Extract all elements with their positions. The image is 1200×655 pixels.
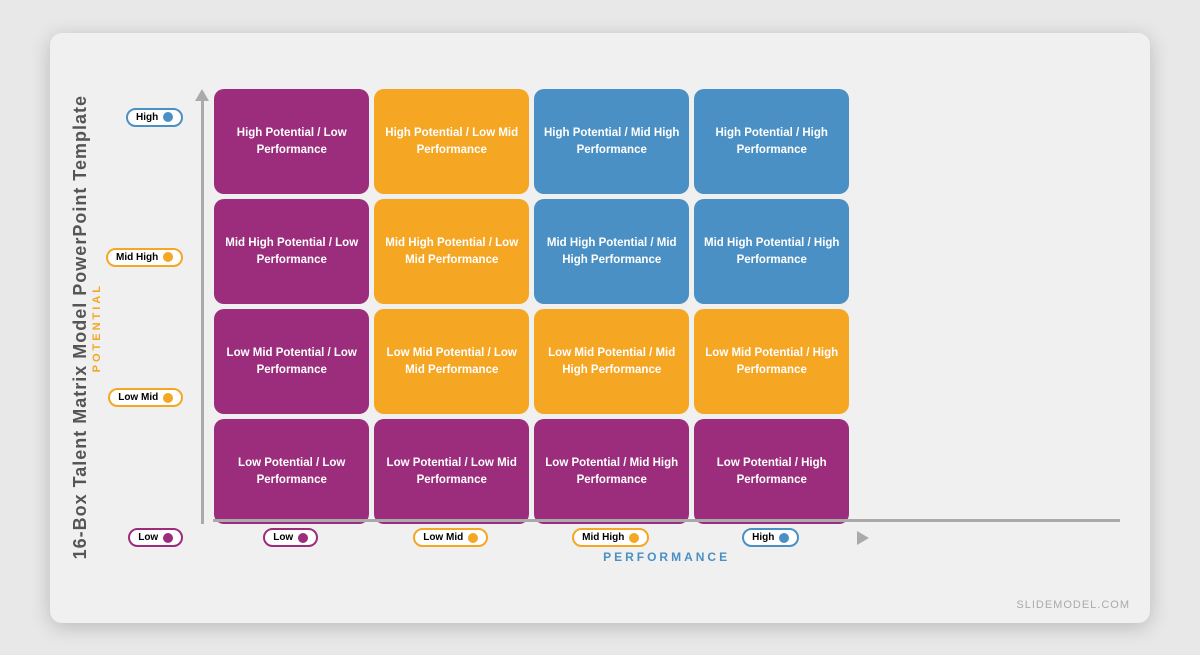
cell-lowmid-low: Low Mid Potential / Low Performance [214,309,369,414]
y-label-midhigh: Mid High [106,248,183,267]
grid-row-1: High Potential / Low Performance High Po… [214,89,849,194]
credit: SLIDEMODEL.COM [1016,599,1130,611]
slide-title: 16-Box Talent Matrix Model PowerPoint Te… [60,95,91,559]
cell-low-high: Low Potential / High Performance [694,419,849,524]
x-label-low: Low [213,528,368,547]
cell-midhigh-high: Mid High Potential / High Performance [694,199,849,304]
cell-lowmid-lowmid: Low Mid Potential / Low Mid Performance [374,309,529,414]
cell-low-low: Low Potential / Low Performance [214,419,369,524]
slide-container: 16-Box Talent Matrix Model PowerPoint Te… [50,33,1150,623]
matrix-grid: High Potential / Low Performance High Po… [214,89,849,524]
x-label-high: High [693,528,848,547]
grid-row-4: Low Potential / Low Performance Low Pote… [214,419,849,524]
main-content: POTENTIAL High Mid High [91,53,1120,603]
grid-row-3: Low Mid Potential / Low Performance Low … [214,309,849,414]
cell-low-lowmid: Low Potential / Low Mid Performance [374,419,529,524]
y-label-low: Low [128,528,183,547]
cell-low-midhigh: Low Potential / Mid High Performance [534,419,689,524]
y-label-high: High [126,108,183,127]
cell-midhigh-lowmid: Mid High Potential / Low Mid Performance [374,199,529,304]
x-label-midhigh: Mid High [533,528,688,547]
y-axis-label: POTENTIAL [91,283,103,372]
x-label-lowmid: Low Mid [373,528,528,547]
grid-row-2: Mid High Potential / Low Performance Mid… [214,199,849,304]
cell-midhigh-midhigh: Mid High Potential / Mid High Performanc… [534,199,689,304]
cell-high-high: High Potential / High Performance [694,89,849,194]
y-axis-arrow [195,89,209,524]
cell-high-midhigh: High Potential / Mid High Performance [534,89,689,194]
x-axis-label: PERFORMANCE [603,550,730,564]
y-label-lowmid: Low Mid [108,388,183,407]
cell-lowmid-high: Low Mid Potential / High Performance [694,309,849,414]
cell-high-lowmid: High Potential / Low Mid Performance [374,89,529,194]
cell-lowmid-midhigh: Low Mid Potential / Mid High Performance [534,309,689,414]
x-axis-arrow [857,528,869,547]
cell-midhigh-low: Mid High Potential / Low Performance [214,199,369,304]
cell-high-low: High Potential / Low Performance [214,89,369,194]
